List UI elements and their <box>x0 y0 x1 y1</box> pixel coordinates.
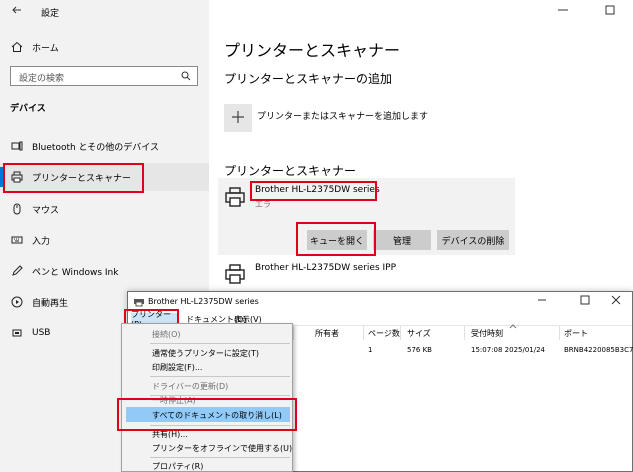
add-printer-label[interactable]: プリンターまたはスキャナーを追加します <box>257 109 428 122</box>
menu-separator <box>150 376 290 377</box>
maximize-icon[interactable] <box>605 5 615 18</box>
menu-item-use-offline[interactable]: プリンターをオフラインで使用する(U) <box>152 443 292 454</box>
column-divider <box>464 326 465 340</box>
cell-pages: 1 <box>368 346 373 354</box>
search-placeholder: 設定の検索 <box>19 74 65 84</box>
sidebar-item-label: ペンと Windows Ink <box>32 267 119 278</box>
page-title: プリンターとスキャナー <box>224 41 401 60</box>
sort-arrow-icon <box>509 322 517 332</box>
column-divider <box>559 326 560 340</box>
autoplay-icon <box>10 295 24 309</box>
sidebar-item-mouse[interactable]: マウス <box>0 195 209 223</box>
sidebar-item-home[interactable]: ホーム <box>0 33 209 61</box>
sidebar-item-input[interactable]: 入力 <box>0 226 209 254</box>
menu-item-connect[interactable]: 接続(O) <box>152 329 181 340</box>
menu-item-print-settings[interactable]: 印刷設定(F)... <box>152 362 202 373</box>
column-header-submitted[interactable]: 受付時刻 <box>471 328 503 339</box>
search-icon <box>181 71 191 84</box>
column-divider <box>363 326 364 340</box>
close-icon[interactable] <box>611 295 621 308</box>
printer-list-heading: プリンターとスキャナー <box>224 164 357 178</box>
sidebar-item-label: ホーム <box>32 43 59 54</box>
sidebar-item-label: USB <box>32 328 51 338</box>
add-section-heading: プリンターとスキャナーの追加 <box>224 72 393 86</box>
highlight-box-open-queue <box>296 222 376 256</box>
remove-device-button[interactable]: デバイスの削除 <box>437 230 509 250</box>
section-heading: デバイス <box>10 104 46 114</box>
sidebar-item-pen[interactable]: ペンと Windows Ink <box>0 257 209 285</box>
bluetooth-device-icon <box>10 139 24 153</box>
maximize-icon[interactable] <box>580 295 590 308</box>
home-icon <box>10 40 24 54</box>
cell-size: 576 KB <box>407 346 432 354</box>
printer-icon <box>224 186 246 211</box>
sidebar-item-label: マウス <box>32 205 60 216</box>
minimize-icon[interactable] <box>537 295 547 308</box>
sidebar-item-label: 入力 <box>32 236 51 247</box>
plus-icon <box>231 110 245 127</box>
highlight-box-cancel-all <box>117 398 297 431</box>
queue-window-title: Brother HL-L2375DW series <box>148 297 259 306</box>
column-header-owner[interactable]: 所有者 <box>315 328 339 339</box>
column-header-port[interactable]: ポート <box>564 328 588 339</box>
keyboard-icon <box>10 233 24 247</box>
back-arrow-icon[interactable] <box>12 5 22 18</box>
window-title: 設定 <box>41 9 60 19</box>
search-input[interactable]: 設定の検索 <box>10 66 198 86</box>
column-divider <box>400 326 401 340</box>
menu-item-properties[interactable]: プロパティ(R) <box>152 461 203 472</box>
manage-button[interactable]: 管理 <box>373 230 431 250</box>
minimize-icon[interactable] <box>557 5 569 18</box>
printer-icon <box>224 263 246 288</box>
add-printer-button[interactable] <box>224 104 252 132</box>
pen-icon <box>10 264 24 278</box>
sidebar-item-bluetooth[interactable]: Bluetooth とその他のデバイス <box>0 132 209 160</box>
usb-icon <box>10 326 24 340</box>
cell-submitted: 15:07:08 2025/01/24 <box>471 346 546 354</box>
printer-name[interactable]: Brother HL-L2375DW series IPP <box>255 263 396 273</box>
sidebar-item-label: 自動再生 <box>32 298 69 309</box>
cell-port: BRNB4220085B3C7 <box>564 346 633 354</box>
menu-item-set-default[interactable]: 通常使うプリンターに設定(T) <box>152 348 259 359</box>
column-header-size[interactable]: サイズ <box>407 328 431 339</box>
highlight-box-printer-name <box>250 181 377 201</box>
menu-separator <box>150 457 290 458</box>
sidebar-item-label: Bluetooth とその他のデバイス <box>32 142 160 153</box>
menu-item-update-driver[interactable]: ドライバーの更新(D) <box>152 381 228 392</box>
column-divider <box>293 326 294 340</box>
highlight-box-printers <box>3 163 144 193</box>
menu-separator <box>150 343 290 344</box>
column-header-pages[interactable]: ページ数 <box>368 328 400 339</box>
mouse-icon <box>10 202 24 216</box>
